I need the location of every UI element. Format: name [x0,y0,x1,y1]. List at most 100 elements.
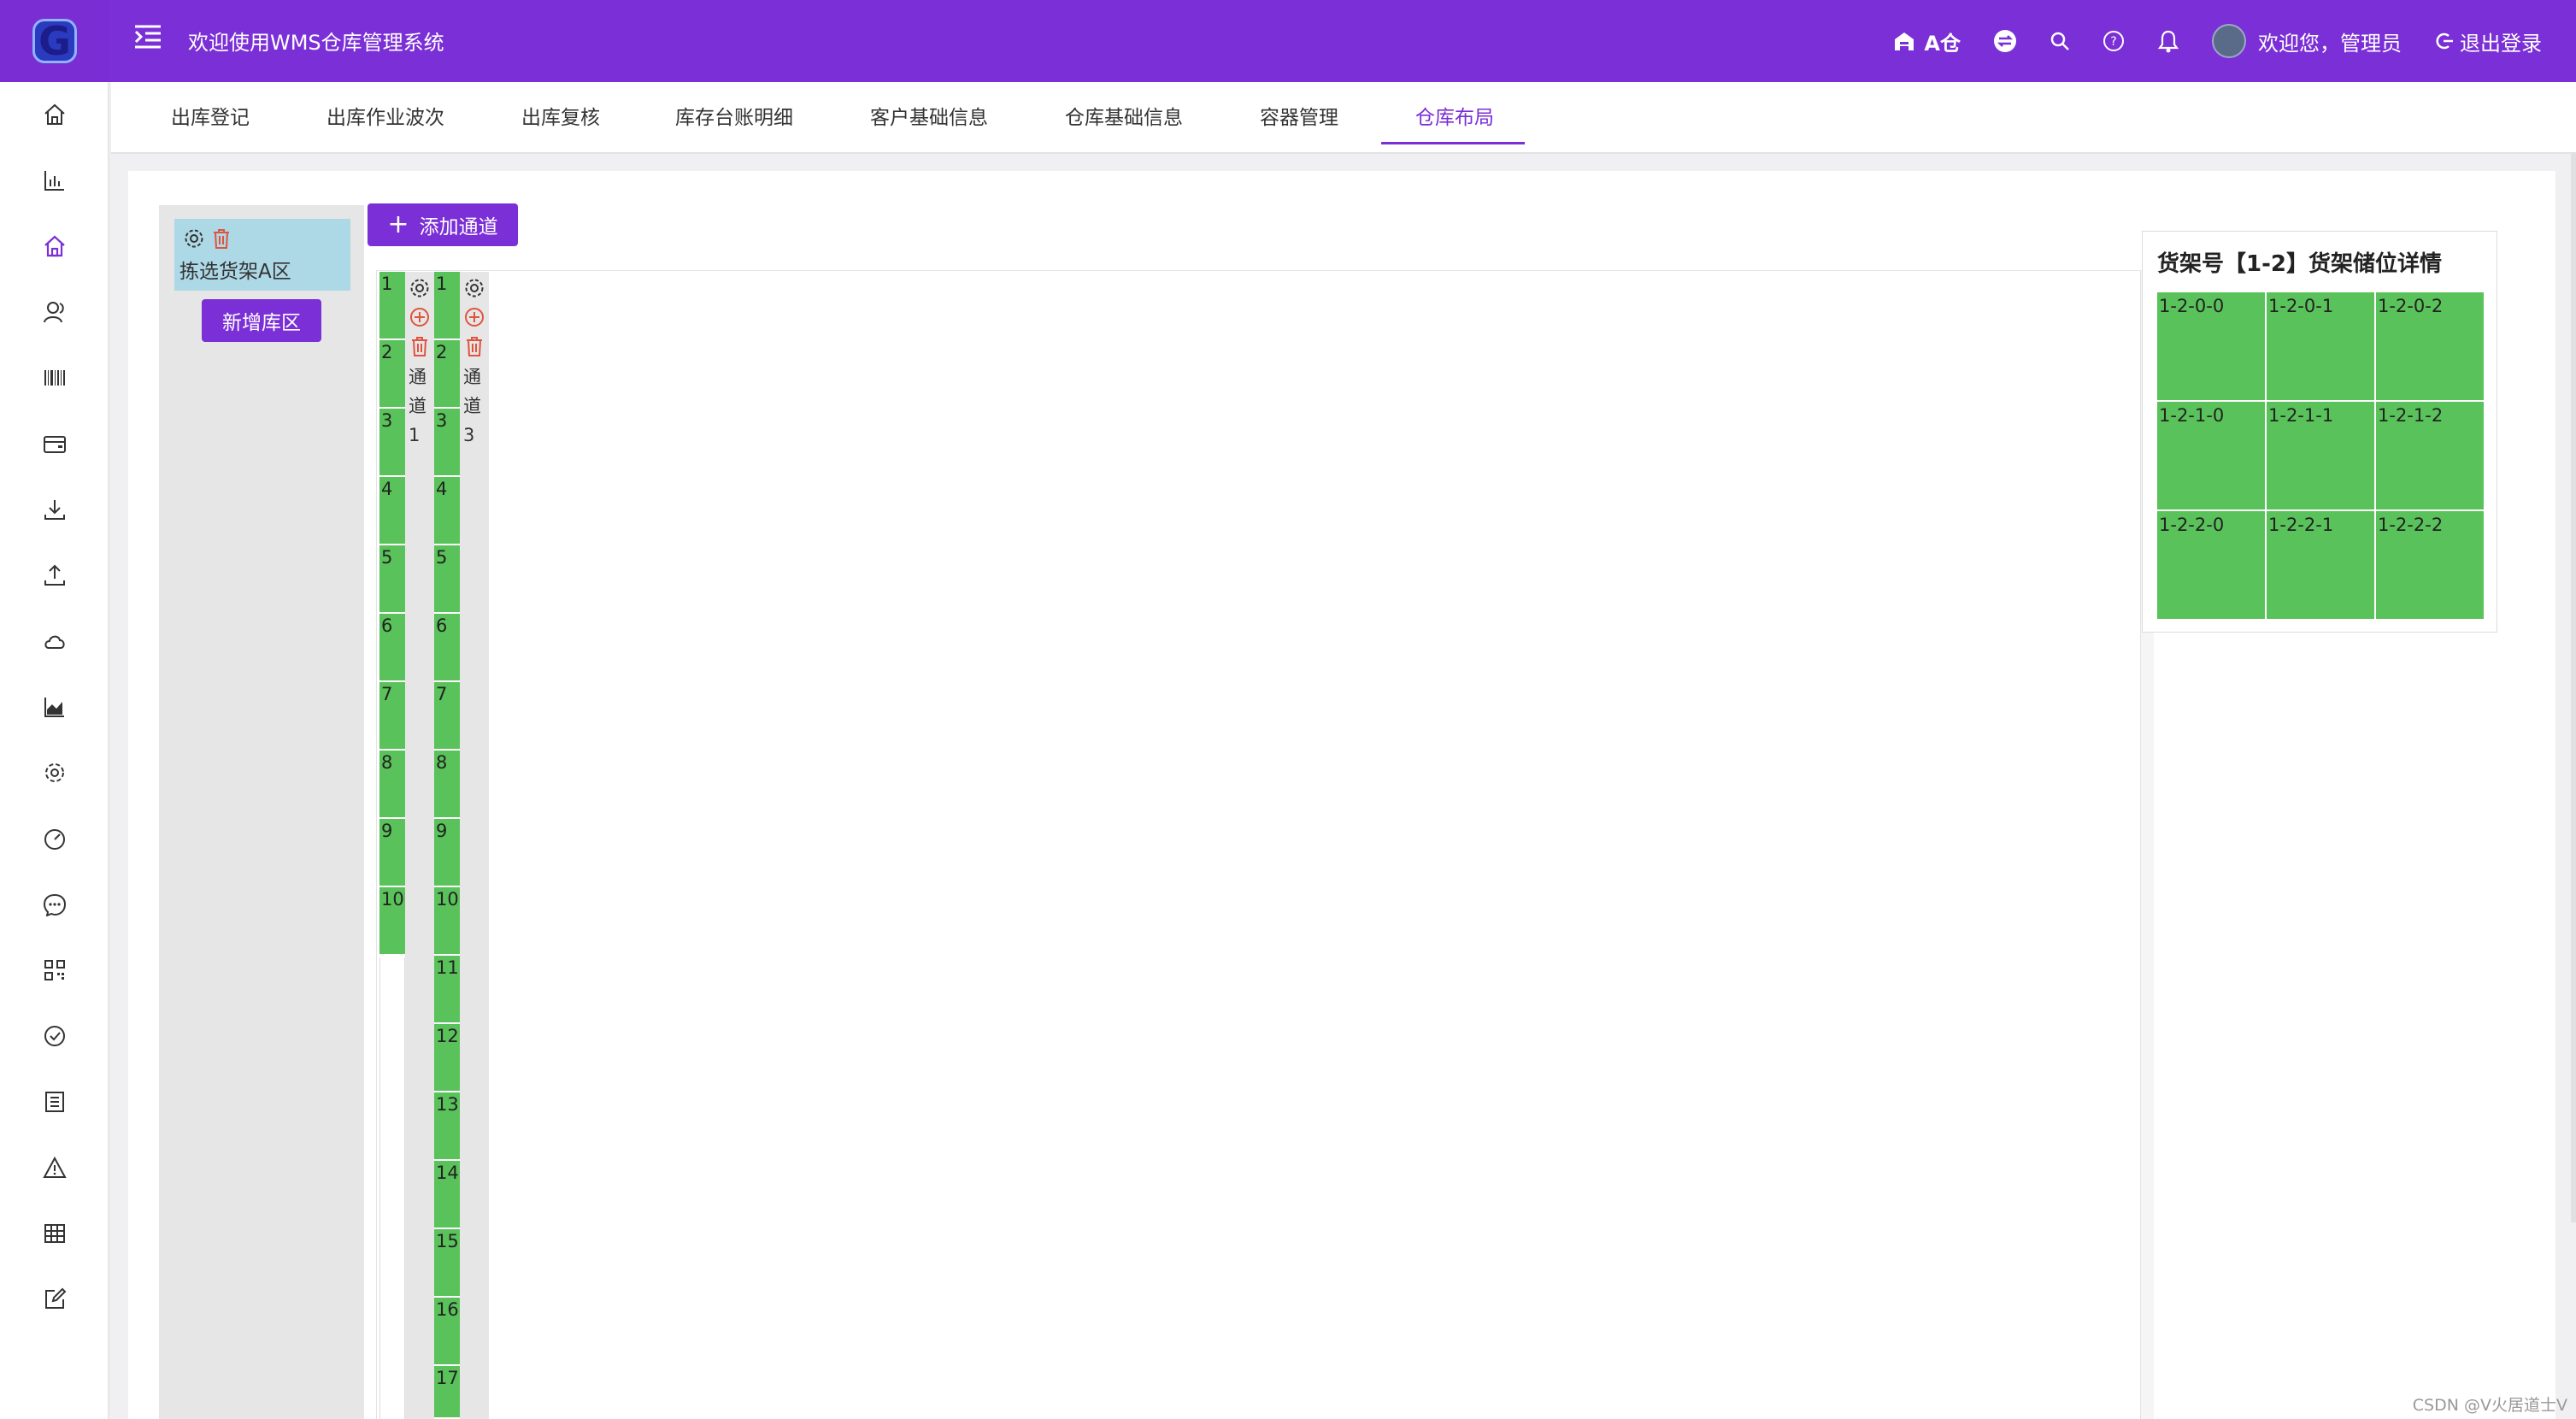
plus-icon: + [387,209,409,239]
barcode-icon[interactable] [41,364,68,392]
rack-cell[interactable]: 16 [434,1298,460,1366]
rack-cell[interactable]: 10 [379,887,405,956]
storage-slot[interactable]: 1-2-2-2 [2376,511,2484,619]
rack-cell[interactable]: 11 [434,956,460,1024]
rack-cell[interactable]: 6 [379,614,405,682]
dashboard-icon[interactable] [41,825,68,852]
tab-container-management[interactable]: 容器管理 [1260,101,1338,130]
aisle-3-add-icon[interactable] [463,306,485,332]
warning-icon[interactable] [41,1154,68,1181]
layout-canvas [376,270,2154,1419]
warehouse-icon [1893,30,1915,52]
message-icon[interactable] [41,891,68,918]
rack-cell[interactable]: 1 [379,272,405,340]
aisle-3-delete-icon[interactable] [463,335,485,361]
aisle-3-char: 3 [463,425,475,445]
aisle-3-char: 通 [463,367,481,387]
rack-cell[interactable]: 12 [434,1024,460,1092]
list-icon[interactable] [41,1088,68,1116]
rack-cell[interactable]: 8 [434,751,460,819]
check-circle-icon[interactable] [41,1022,68,1050]
rack-cell[interactable]: 8 [379,751,405,819]
logout-button[interactable]: 退出登录 [2434,26,2542,56]
tab-outbound-review[interactable]: 出库复核 [521,101,600,130]
rack-cell[interactable]: 9 [434,819,460,887]
menu-toggle-icon[interactable] [133,22,164,56]
top-header: G 欢迎使用WMS仓库管理系统 A仓 ? 欢迎您，管理员 退出登录 [0,0,2576,82]
home-icon[interactable] [41,101,68,128]
cloud-icon[interactable] [41,627,68,655]
table-icon[interactable] [41,1220,68,1247]
aisle-3-char: 道 [463,396,481,416]
tab-outbound-register[interactable]: 出库登记 [171,101,250,130]
zone-delete-icon[interactable] [210,227,232,253]
page-scrollbar[interactable] [2571,154,2576,1222]
users-icon[interactable] [41,298,68,326]
swap-icon[interactable] [1993,29,2017,53]
storage-slot[interactable]: 1-2-2-0 [2157,511,2265,619]
search-icon[interactable] [2050,31,2070,51]
storage-slot[interactable]: 1-2-0-0 [2157,292,2265,400]
logout-icon [2434,31,2455,51]
storage-slot[interactable]: 1-2-1-2 [2376,402,2484,509]
tab-outbound-wave[interactable]: 出库作业波次 [326,101,444,130]
user-greeting: 欢迎您，管理员 [2258,31,2402,56]
avatar [2212,24,2246,58]
add-aisle-button[interactable]: + 添加通道 [368,203,518,246]
storage-slot[interactable]: 1-2-1-1 [2267,402,2374,509]
wallet-icon[interactable] [41,430,68,457]
rack-cell[interactable]: 2 [379,340,405,409]
rack-cell[interactable]: 14 [434,1161,460,1229]
warehouse-switch[interactable]: A仓 [1893,26,1961,56]
rack-cell[interactable]: 5 [434,545,460,614]
download-icon[interactable] [41,496,68,523]
tab-warehouse-info[interactable]: 仓库基础信息 [1065,101,1183,130]
help-icon[interactable]: ? [2103,30,2125,52]
watermark: CSDN @V火居道士V [2412,1396,2567,1415]
tab-customer-info[interactable]: 客户基础信息 [870,101,988,130]
rack-cell[interactable]: 2 [434,340,460,409]
sidebar [0,82,109,1419]
tab-inventory-ledger[interactable]: 库存台账明细 [675,101,793,130]
aisle-1-add-icon[interactable] [409,306,431,332]
rack-cell[interactable]: 5 [379,545,405,614]
bar-chart-icon[interactable] [41,167,68,194]
rack-cell[interactable]: 17 [434,1366,460,1419]
rack-cell[interactable]: 4 [379,477,405,545]
rack-cell[interactable]: 6 [434,614,460,682]
rack-cell[interactable]: 1 [434,272,460,340]
rack-cell[interactable]: 7 [379,682,405,751]
storage-slot[interactable]: 1-2-2-1 [2267,511,2374,619]
aisle-1-delete-icon[interactable] [409,335,431,361]
active-tab-indicator [1381,142,1525,144]
rack-detail-title: 货架号【1-2】货架储位详情 [2157,251,2442,277]
area-chart-icon[interactable] [41,693,68,721]
rack-cell[interactable]: 3 [434,409,460,477]
home-active-icon[interactable] [41,233,68,260]
user-menu[interactable]: 欢迎您，管理员 [2212,24,2402,58]
rack-2: 1 2 3 4 5 6 7 8 9 10 11 12 13 14 15 16 1… [434,272,460,1419]
rack-cell[interactable]: 7 [434,682,460,751]
rack-cell[interactable]: 4 [434,477,460,545]
add-zone-button[interactable]: 新增库区 [202,299,321,342]
storage-slot[interactable]: 1-2-0-1 [2267,292,2374,400]
rack-cell[interactable]: 9 [379,819,405,887]
upload-icon[interactable] [41,562,68,589]
bell-icon[interactable] [2157,29,2179,53]
storage-slot[interactable]: 1-2-1-0 [2157,402,2265,509]
rack-cell[interactable]: 13 [434,1092,460,1161]
tab-warehouse-layout[interactable]: 仓库布局 [1415,101,1494,130]
rack-cell[interactable]: 10 [434,887,460,956]
edit-icon[interactable] [41,1286,68,1313]
zone-settings-icon[interactable] [183,227,205,253]
aisle-1-char: 通 [409,367,426,387]
aisle-1-settings-icon[interactable] [409,277,431,303]
rack-cell[interactable]: 3 [379,409,405,477]
rack-cell[interactable]: 15 [434,1229,460,1298]
zone-label: 拣选货架A区 [179,261,291,283]
gear-icon[interactable] [41,759,68,786]
app-logo[interactable]: G [0,0,109,82]
storage-slot[interactable]: 1-2-0-2 [2376,292,2484,400]
qrcode-icon[interactable] [41,957,68,984]
aisle-3-settings-icon[interactable] [463,277,485,303]
